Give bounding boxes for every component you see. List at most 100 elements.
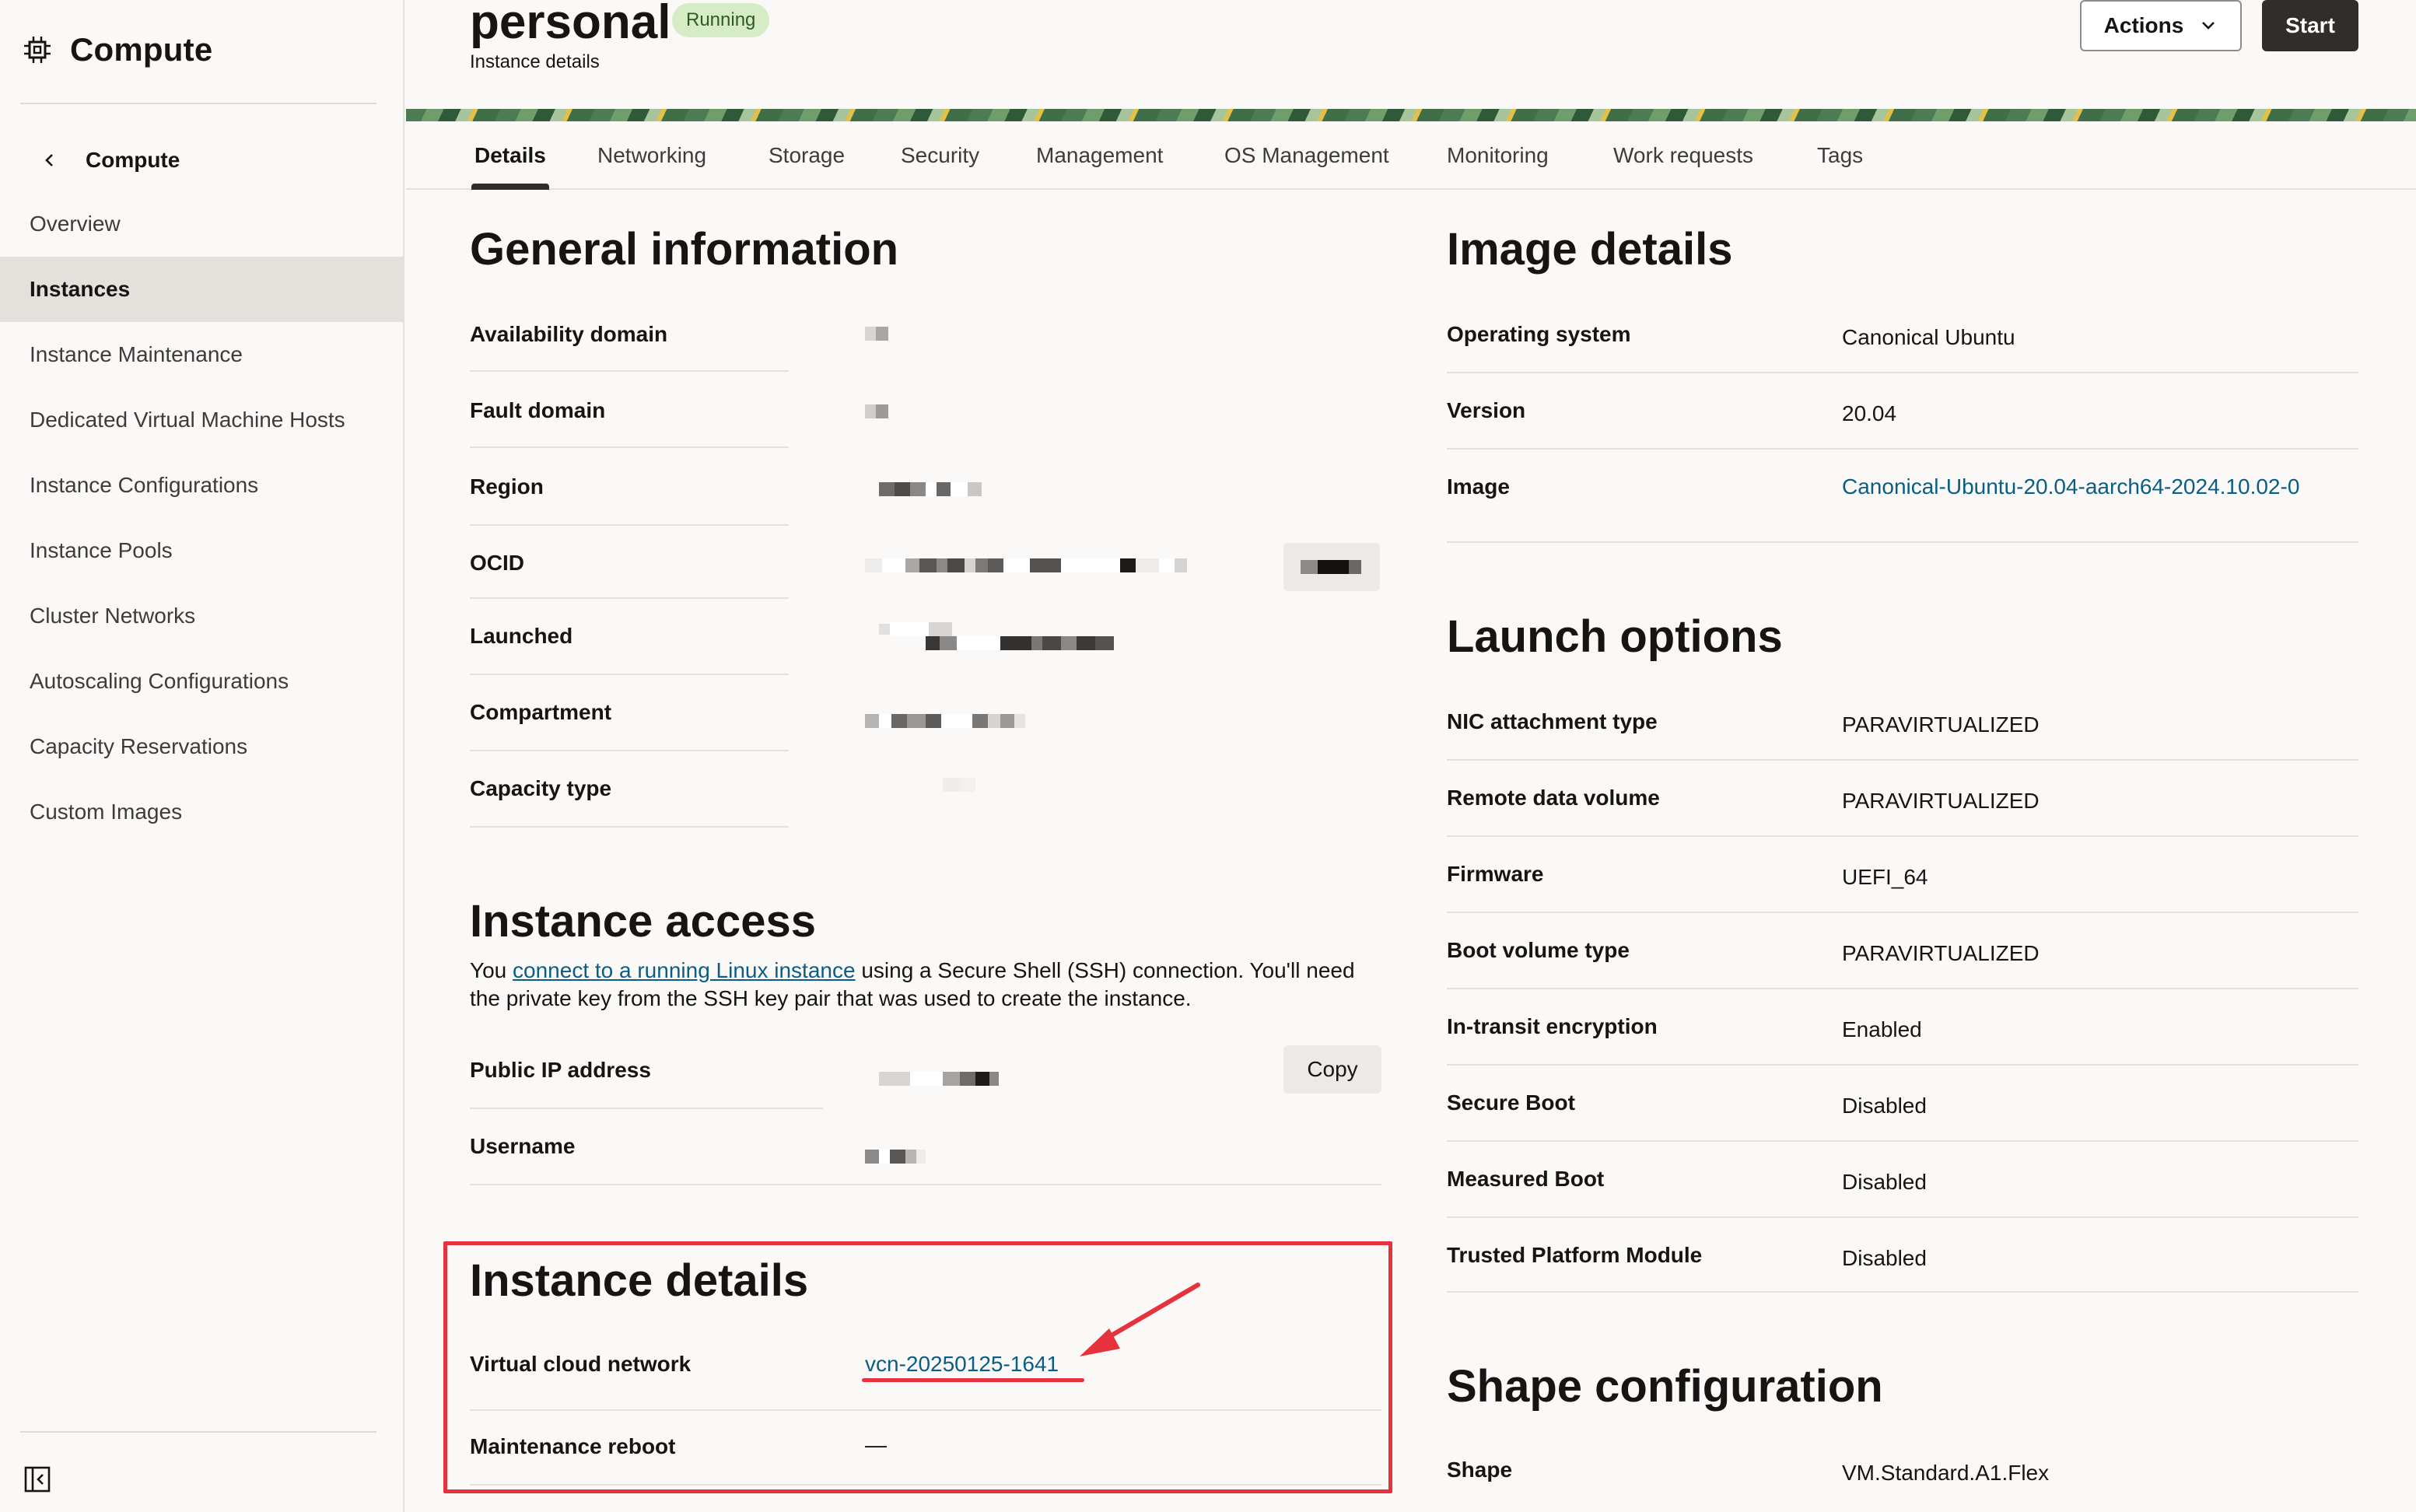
tab-management[interactable]: Management [1036,121,1163,190]
secure-boot-label: Secure Boot [1447,1090,1575,1115]
boot-volume-type-label: Boot volume type [1447,938,1630,962]
sidebar-item-overview[interactable]: Overview [0,191,403,257]
nic-attachment-type-value: PARAVIRTUALIZED [1842,712,2040,737]
row-divider [470,1184,1381,1185]
tab-details[interactable]: Details [474,121,546,190]
region-label: Region [470,474,544,499]
image-link[interactable]: Canonical-Ubuntu-20.04-aarch64-2024.10.0… [1842,474,2299,499]
connect-linux-instance-link[interactable]: connect to a running Linux instance [513,958,856,982]
nic-attachment-type-label: NIC attachment type [1447,709,1658,733]
row-divider [1447,372,2358,373]
redacted-value [865,558,1187,572]
tab-security[interactable]: Security [901,121,979,190]
instance-access-description: You connect to a running Linux instance … [470,957,1388,1013]
tab-storage[interactable]: Storage [769,121,845,190]
decorative-banner [406,109,2416,121]
redacted-value [865,1150,926,1164]
ocid-copy-chip[interactable] [1283,543,1380,591]
tab-work-requests[interactable]: Work requests [1613,121,1753,190]
collapse-sidebar-icon[interactable] [23,1465,51,1493]
redacted-value [943,778,975,792]
measured-boot-label: Measured Boot [1447,1167,1605,1191]
sidebar-item-autoscaling-configurations[interactable]: Autoscaling Configurations [0,649,403,714]
version-label: Version [1447,398,1526,422]
sidebar-item-instance-pools[interactable]: Instance Pools [0,518,403,583]
in-transit-encryption-label: In-transit encryption [1447,1014,1658,1038]
sidebar-item-custom-images[interactable]: Custom Images [0,779,403,845]
sidebar-item-capacity-reservations[interactable]: Capacity Reservations [0,714,403,779]
sidebar-item-instances[interactable]: Instances [0,257,403,322]
row-divider [1447,1064,2358,1066]
tab-networking[interactable]: Networking [597,121,706,190]
sidebar-item-instance-configurations[interactable]: Instance Configurations [0,453,403,518]
measured-boot-value: Disabled [1842,1170,1927,1194]
copy-ip-button[interactable]: Copy [1283,1045,1381,1094]
availability-domain-label: Availability domain [470,322,668,346]
row-divider [1447,1216,2358,1218]
firmware-label: Firmware [1447,862,1544,886]
redacted-value [1301,560,1361,574]
description-text: You [470,958,513,982]
username-label: Username [470,1134,576,1158]
sidebar-item-instance-maintenance[interactable]: Instance Maintenance [0,322,403,387]
service-title: Compute [70,31,213,68]
row-divider [1447,448,2358,450]
compartment-label: Compartment [470,700,612,724]
redacted-value [879,482,982,496]
firmware-value: UEFI_64 [1842,865,1928,889]
trusted-platform-module-label: Trusted Platform Module [1447,1243,1703,1267]
redacted-value [865,404,888,418]
row-divider [1447,1140,2358,1142]
image-details-heading: Image details [1447,224,1733,275]
back-label: Compute [86,148,180,172]
row-divider [470,826,789,828]
service-brand: Compute [22,28,212,72]
row-divider [470,446,789,448]
annotation-highlight-box [443,1241,1392,1493]
sidebar-divider [20,103,376,104]
start-button[interactable]: Start [2262,0,2358,51]
tab-bar: Details Networking Storage Security Mana… [406,121,2416,190]
version-value: 20.04 [1842,401,1897,425]
row-divider [1447,1291,2358,1293]
row-divider [470,524,789,526]
actions-label: Actions [2103,13,2184,37]
operating-system-label: Operating system [1447,322,1631,346]
sidebar: Compute Compute Overview Instances Insta… [0,0,404,1512]
capacity-type-label: Capacity type [470,776,612,800]
active-tab-indicator [471,184,549,190]
page-subtitle: Instance details [470,51,600,72]
status-badge: Running [672,3,770,37]
row-divider [1447,988,2358,989]
tab-os-management[interactable]: OS Management [1224,121,1389,190]
trusted-platform-module-value: Disabled [1842,1246,1927,1270]
compute-chip-icon [24,37,51,63]
back-to-compute-link[interactable]: Compute [40,143,180,177]
row-divider [470,1108,823,1109]
redacted-value [879,1072,999,1086]
redacted-value [926,636,1114,650]
remote-data-volume-label: Remote data volume [1447,786,1660,810]
tab-tags[interactable]: Tags [1817,121,1863,190]
annotation-arrow-icon [1080,1283,1200,1356]
actions-menu-button[interactable]: Actions [2080,0,2242,51]
row-divider [470,750,789,751]
page-header: personal Running Instance details Action… [406,0,2416,109]
redacted-value [865,327,888,341]
boot-volume-type-value: PARAVIRTUALIZED [1842,941,2040,965]
instance-access-heading: Instance access [470,896,816,947]
redacted-value [865,714,1025,728]
launched-label: Launched [470,624,573,648]
row-divider [1447,835,2358,837]
sidebar-item-dedicated-vm-hosts[interactable]: Dedicated Virtual Machine Hosts [0,387,403,453]
fault-domain-label: Fault domain [470,398,606,422]
row-divider [470,370,789,372]
row-divider [470,597,789,599]
sidebar-item-cluster-networks[interactable]: Cluster Networks [0,583,403,649]
general-information-heading: General information [470,224,899,275]
launch-options-heading: Launch options [1447,611,1783,662]
shape-label: Shape [1447,1458,1513,1482]
annotation-underline [862,1378,1084,1382]
page-title: personal [470,0,671,49]
tab-monitoring[interactable]: Monitoring [1447,121,1549,190]
